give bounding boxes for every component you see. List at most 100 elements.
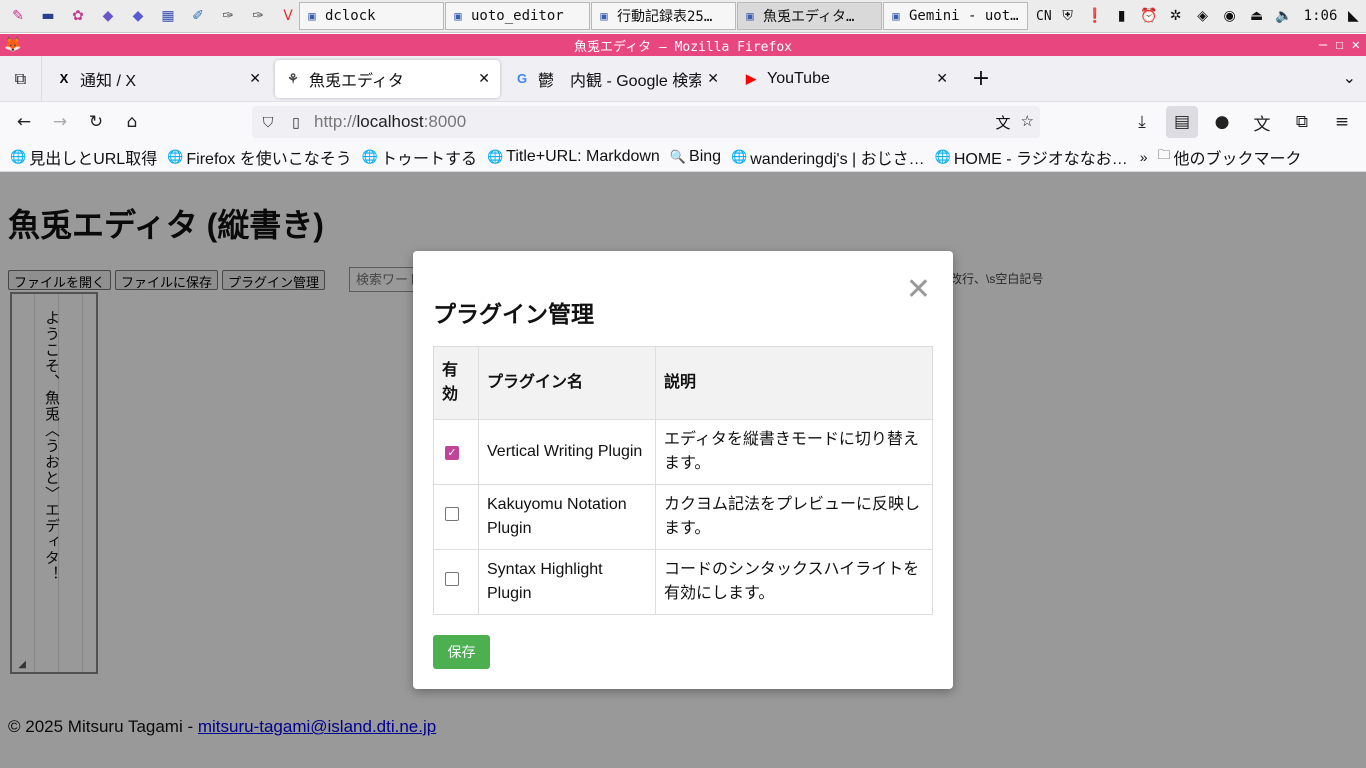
bookmark-item[interactable]: 🔍 Bing bbox=[670, 148, 721, 166]
launcher-pen-icon[interactable]: ✑ bbox=[246, 4, 270, 28]
firefox-view-button[interactable]: ⧉ bbox=[0, 55, 42, 102]
clock[interactable]: 1:06 bbox=[1304, 8, 1338, 24]
plugin-enabled-checkbox[interactable] bbox=[445, 572, 459, 586]
maximize-icon[interactable]: ☐ bbox=[1335, 37, 1343, 53]
tabs-overflow-menu-icon[interactable]: ⌄ bbox=[1343, 68, 1356, 87]
close-tab-icon[interactable]: ✕ bbox=[249, 70, 261, 87]
taskbar-task[interactable]: ▣ 行動記録表25… bbox=[591, 2, 736, 30]
bookmark-item[interactable]: 🌐 トゥートする bbox=[362, 145, 477, 169]
sidebar-button[interactable]: ▤ bbox=[1166, 106, 1198, 138]
plugin-enabled-checkbox[interactable] bbox=[445, 507, 459, 521]
network-icon[interactable]: ◈ bbox=[1192, 8, 1214, 24]
translate-extension-button[interactable]: 文 bbox=[1246, 106, 1278, 138]
bookmark-item[interactable]: 🌐 Title+URL: Markdown bbox=[487, 148, 660, 166]
cell-plugin-name: Syntax Highlight Plugin bbox=[478, 549, 656, 615]
bookmark-label: wanderingdj's | おじさ… bbox=[750, 150, 925, 168]
close-tab-icon[interactable]: ✕ bbox=[478, 70, 490, 87]
home-button[interactable]: ⌂ bbox=[116, 106, 148, 138]
launcher-editor-icon[interactable]: ✐ bbox=[186, 4, 210, 28]
volume-icon[interactable]: 🔈 bbox=[1273, 8, 1295, 24]
launcher-chip-icon[interactable]: ▦ bbox=[156, 4, 180, 28]
launcher-cube-icon[interactable]: ◆ bbox=[126, 4, 150, 28]
app-menu-button[interactable]: ≡ bbox=[1326, 106, 1358, 138]
url-bar[interactable]: ⛉ ▯ http:// localhost :8000 文 ☆ bbox=[252, 106, 1040, 138]
taskbar-task[interactable]: ▣ 魚兎エディタ… bbox=[737, 2, 882, 30]
new-tab-button[interactable]: + bbox=[964, 62, 998, 96]
launcher-flower-icon[interactable]: ✿ bbox=[66, 4, 90, 28]
bookmark-label: Bing bbox=[689, 147, 722, 165]
account-button[interactable]: ● bbox=[1206, 106, 1238, 138]
forward-button[interactable]: → bbox=[44, 106, 76, 138]
alert-icon[interactable]: ❗ bbox=[1084, 8, 1106, 24]
table-row: ✓ Vertical Writing Plugin エディタを縦書きモードに切り替え… bbox=[433, 419, 933, 485]
tab-strip: ⧉ X 通知 / X ✕ ⚘ 魚兎エディタ ✕ G 鬱 内観 - Google 検索 ✕ ▶ You… bbox=[0, 55, 1366, 102]
extensions-button[interactable]: ⧉ bbox=[1286, 106, 1318, 138]
bookmark-item[interactable]: 🌐 見出しとURL取得 bbox=[10, 145, 157, 169]
x-logo-icon: X bbox=[59, 71, 69, 86]
chevron-right-icon[interactable]: » bbox=[1140, 149, 1148, 165]
launcher-palette-icon[interactable]: ✎ bbox=[6, 4, 30, 28]
account-icon: ● bbox=[1214, 112, 1230, 132]
launcher-pen-icon[interactable]: ✑ bbox=[216, 4, 240, 28]
tab-title: 鬱 内観 - Google 検索 bbox=[538, 72, 702, 90]
bookmark-star-icon[interactable]: ☆ bbox=[1021, 112, 1034, 133]
record-icon[interactable]: ◉ bbox=[1219, 8, 1241, 24]
input-language-indicator[interactable]: CN bbox=[1036, 9, 1052, 24]
close-icon[interactable]: ✕ bbox=[906, 275, 931, 305]
bookmark-item[interactable]: 🌐 wanderingdj's | おじさ… bbox=[731, 145, 925, 169]
bookmark-label: Firefox を使いこなそう bbox=[186, 150, 352, 168]
back-button[interactable]: ← bbox=[8, 106, 40, 138]
taskbar-task-label: dclock bbox=[325, 8, 376, 24]
cell-enabled bbox=[433, 549, 479, 615]
system-tray: CN ⛨ ❗ ▮ ⏰ ✲ ◈ ◉ ⏏ 🔈 1:06 ◣ bbox=[1036, 8, 1364, 24]
cell-description: コードのシンタックスハイライトを有効にします。 bbox=[655, 549, 933, 615]
browser-tab[interactable]: ▶ YouTube ✕ bbox=[733, 60, 958, 98]
plugin-enabled-checkbox[interactable]: ✓ bbox=[445, 446, 459, 460]
page-info-icon[interactable]: ▯ bbox=[284, 114, 308, 131]
google-icon: G bbox=[516, 71, 528, 86]
reload-button[interactable]: ↻ bbox=[80, 106, 112, 138]
other-bookmarks-folder[interactable]: 🗀 他のブックマーク bbox=[1158, 145, 1302, 169]
tab-list: X 通知 / X ✕ ⚘ 魚兎エディタ ✕ G 鬱 内観 - Google 検索 ✕ ▶ YouTu… bbox=[42, 59, 958, 98]
youtube-icon: ▶ bbox=[746, 70, 756, 86]
launcher-window-icon[interactable]: ▬ bbox=[36, 4, 60, 28]
menu-corner-icon[interactable]: ◣ bbox=[1342, 8, 1364, 24]
tracking-shield-icon[interactable]: ⛉ bbox=[256, 114, 280, 131]
launcher-vivaldi-icon[interactable]: V bbox=[276, 4, 300, 28]
cell-description: カクヨム記法をプレビューに反映します。 bbox=[655, 484, 933, 550]
puzzle-icon[interactable]: ✲ bbox=[1165, 8, 1187, 24]
minimize-icon[interactable]: — bbox=[1319, 37, 1327, 53]
close-window-icon[interactable]: ✕ bbox=[1352, 37, 1360, 53]
bookmark-item[interactable]: 🌐 Firefox を使いこなそう bbox=[167, 145, 352, 169]
tab-title: 魚兎エディタ bbox=[309, 72, 404, 90]
shield-icon[interactable]: ⛨ bbox=[1057, 8, 1079, 24]
arrow-right-icon: → bbox=[52, 112, 68, 132]
launcher-cube-icon[interactable]: ◆ bbox=[96, 4, 120, 28]
globe-icon: 🌐 bbox=[731, 148, 748, 164]
cell-description: エディタを縦書きモードに切り替えます。 bbox=[655, 419, 933, 485]
download-icon: ⤓ bbox=[1138, 112, 1146, 132]
browser-tab[interactable]: G 鬱 内観 - Google 検索 ✕ bbox=[504, 60, 729, 98]
firefox-icon: ▣ bbox=[746, 9, 754, 23]
spreadsheet-icon: ▣ bbox=[600, 9, 608, 23]
taskbar-task[interactable]: ▣ uoto_editor bbox=[445, 2, 590, 30]
signal-bars-icon[interactable]: ▮ bbox=[1111, 8, 1133, 24]
taskbar-task[interactable]: ▣ Gemini - uot… bbox=[883, 2, 1028, 30]
taskbar-task[interactable]: ▣ dclock bbox=[299, 2, 444, 30]
browser-tab[interactable]: ⚘ 魚兎エディタ ✕ bbox=[275, 59, 500, 98]
save-button[interactable]: 保存 bbox=[433, 635, 490, 669]
launcher-group: ✎ ▬ ✿ ◆ ◆ ▦ ✐ ✑ ✑ V bbox=[0, 4, 298, 28]
header-plugin-name: プラグイン名 bbox=[478, 346, 656, 420]
cell-plugin-name: Kakuyomu Notation Plugin bbox=[478, 484, 656, 550]
drive-icon[interactable]: ⏏ bbox=[1246, 8, 1268, 24]
translate-icon[interactable]: 文 bbox=[996, 112, 1011, 133]
task-list: ▣ dclock ▣ uoto_editor ▣ 行動記録表25… ▣ 魚兎エディタ… ▣ Gem… bbox=[298, 2, 1028, 30]
bookmark-item[interactable]: 🌐 HOME - ラジオななお… bbox=[935, 145, 1128, 169]
reload-icon: ↻ bbox=[88, 112, 104, 132]
browser-tab[interactable]: X 通知 / X ✕ bbox=[46, 60, 271, 98]
alarm-clock-icon[interactable]: ⏰ bbox=[1138, 8, 1160, 24]
downloads-button[interactable]: ⤓ bbox=[1126, 106, 1158, 138]
close-tab-icon[interactable]: ✕ bbox=[707, 70, 719, 87]
home-icon: ⌂ bbox=[126, 112, 138, 132]
close-tab-icon[interactable]: ✕ bbox=[936, 70, 948, 87]
